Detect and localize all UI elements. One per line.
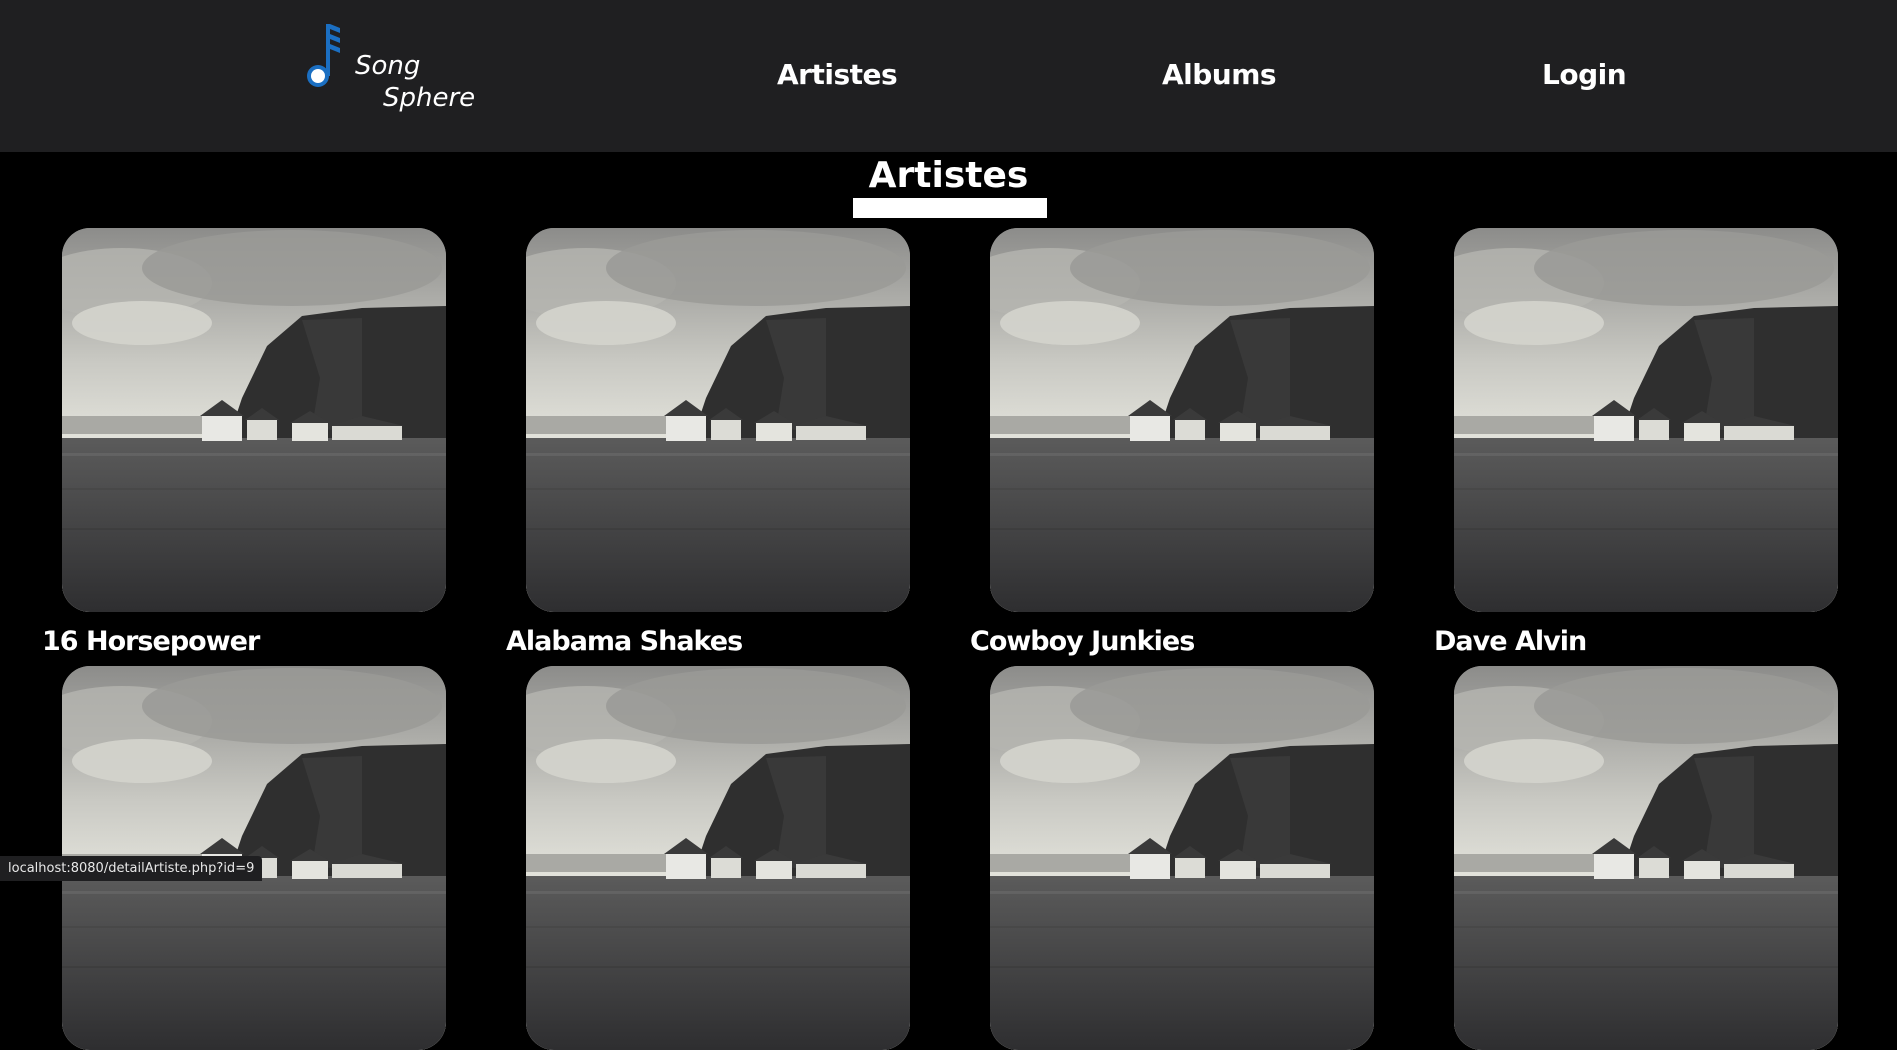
brand-logo[interactable]: Song Sphere bbox=[300, 22, 490, 122]
artist-photo[interactable] bbox=[526, 666, 910, 1050]
artist-name[interactable]: Cowboy Junkies bbox=[970, 626, 1195, 657]
artist-name[interactable]: Dave Alvin bbox=[1434, 626, 1587, 657]
artist-name[interactable]: Alabama Shakes bbox=[506, 626, 743, 657]
nav-artistes-link[interactable]: Artistes bbox=[777, 58, 898, 91]
artist-photo[interactable] bbox=[990, 228, 1374, 612]
nav-albums-link[interactable]: Albums bbox=[1162, 58, 1277, 91]
nav-login-link[interactable]: Login bbox=[1542, 58, 1627, 91]
artist-name[interactable]: 16 Horsepower bbox=[42, 626, 260, 657]
navbar: Song Sphere Artistes Albums Login bbox=[0, 0, 1897, 152]
brand-line2: Sphere bbox=[383, 83, 476, 113]
page-title: Artistes bbox=[868, 155, 1029, 196]
artist-photo[interactable] bbox=[62, 228, 446, 612]
music-note-icon bbox=[307, 24, 340, 87]
status-bar-url: localhost:8080/detailArtiste.php?id=9 bbox=[0, 856, 263, 881]
artist-photo[interactable] bbox=[526, 228, 910, 612]
artist-photo[interactable] bbox=[990, 666, 1374, 1050]
title-underline bbox=[853, 198, 1047, 218]
brand-name: Song Sphere bbox=[355, 50, 475, 114]
artist-photo[interactable] bbox=[1454, 666, 1838, 1050]
brand-line1: Song bbox=[355, 51, 421, 81]
artist-photo[interactable] bbox=[1454, 228, 1838, 612]
